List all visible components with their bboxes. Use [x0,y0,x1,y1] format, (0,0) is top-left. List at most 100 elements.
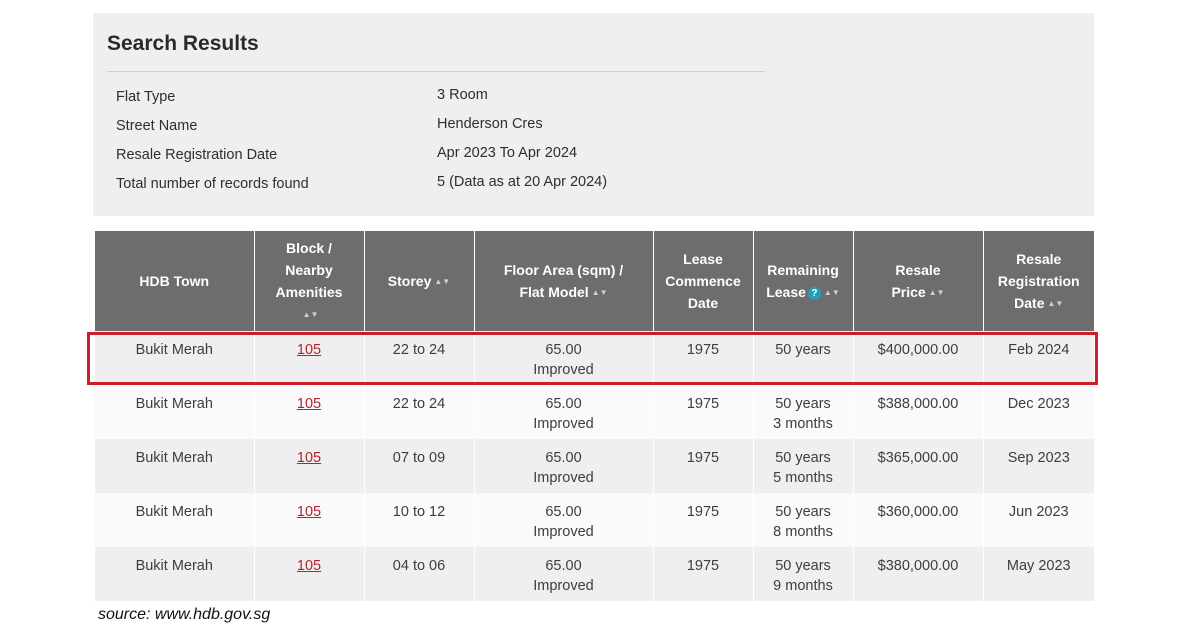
cell-town: Bukit Merah [95,493,255,547]
header-label: Resale [895,262,941,278]
cell-remaining-lease: 50 years 5 months [753,439,854,493]
cell-block: 105 [254,547,365,601]
cell-floor-area: 65.00 Improved [474,331,654,385]
header-label: Storey [387,273,432,289]
cell-lease-commence: 1975 [653,331,754,385]
floor-area-value: 65.00 [545,558,582,574]
header-label: Lease [766,284,806,300]
table-row: Bukit Merah 105 22 to 24 65.00 Improved 1… [95,331,1094,385]
flat-model-value: Improved [533,524,594,540]
cell-lease-commence: 1975 [653,385,754,439]
cell-resale-price: $365,000.00 [853,439,984,493]
cell-lease-commence: 1975 [653,493,754,547]
cell-town: Bukit Merah [95,331,255,385]
column-header-registration-date[interactable]: Resale Registration Date ▲▼ [983,231,1094,331]
header-label: Remaining [767,262,839,278]
column-header-remaining-lease[interactable]: Remaining Lease? ▲▼ [753,231,854,331]
sort-icon[interactable]: ▲▼ [824,289,840,297]
column-header-storey[interactable]: Storey ▲▼ [364,231,475,331]
summary-label: Resale Registration Date [116,147,278,163]
column-header-hdb-town[interactable]: HDB Town [95,231,255,331]
help-icon[interactable]: ? [807,286,821,300]
block-link[interactable]: 105 [297,450,321,466]
block-link[interactable]: 105 [297,396,321,412]
header-label: Resale [1016,251,1062,267]
table-row: Bukit Merah 105 04 to 06 65.00 Improved 1… [95,547,1094,601]
remaining-months: 3 months [773,416,833,432]
sort-icon[interactable]: ▲▼ [1048,300,1064,308]
cell-floor-area: 65.00 Improved [474,493,654,547]
cell-block: 105 [254,385,365,439]
page-title: Search Results [107,32,259,55]
floor-area-value: 65.00 [545,396,582,412]
cell-resale-price: $380,000.00 [853,547,984,601]
cell-town: Bukit Merah [95,385,255,439]
header-label: HDB Town [139,273,210,289]
flat-model-value: Improved [533,470,594,486]
cell-block: 105 [254,331,365,385]
header-label: Commence [665,273,741,289]
summary-value: Henderson Cres [437,116,543,132]
cell-registration-date: Sep 2023 [983,439,1094,493]
table-row: Bukit Merah 105 07 to 09 65.00 Improved 1… [95,439,1094,493]
cell-storey: 22 to 24 [364,331,475,385]
cell-storey: 04 to 06 [364,547,475,601]
floor-area-value: 65.00 [545,342,582,358]
remaining-months: 5 months [773,470,833,486]
resale-results-table: HDB Town Block / Nearby Amenities ▲▼ Sto… [95,231,1094,601]
cell-storey: 22 to 24 [364,385,475,439]
cell-remaining-lease: 50 years 9 months [753,547,854,601]
column-header-resale-price[interactable]: Resale Price ▲▼ [853,231,984,331]
cell-registration-date: Dec 2023 [983,385,1094,439]
remaining-years: 50 years [775,396,831,412]
cell-registration-date: Feb 2024 [983,331,1094,385]
cell-block: 105 [254,493,365,547]
summary-label: Flat Type [116,89,176,105]
sort-icon[interactable]: ▲▼ [303,311,319,319]
sort-icon[interactable]: ▲▼ [592,289,608,297]
column-header-floor-area[interactable]: Floor Area (sqm) / Flat Model ▲▼ [474,231,654,331]
sort-icon[interactable]: ▲▼ [929,289,945,297]
column-header-lease-commence[interactable]: Lease Commence Date [653,231,754,331]
header-label: Price [891,284,926,300]
cell-town: Bukit Merah [95,439,255,493]
search-summary-panel: Search Results Flat Type 3 Room Street N… [93,13,1094,216]
cell-resale-price: $400,000.00 [853,331,984,385]
cell-remaining-lease: 50 years 3 months [753,385,854,439]
flat-model-value: Improved [533,416,594,432]
header-label: Registration [997,273,1080,289]
column-header-block[interactable]: Block / Nearby Amenities ▲▼ [254,231,365,331]
source-caption: source: www.hdb.gov.sg [98,606,271,623]
cell-lease-commence: 1975 [653,439,754,493]
summary-label: Street Name [116,118,198,134]
cell-floor-area: 65.00 Improved [474,439,654,493]
sort-icon[interactable]: ▲▼ [434,278,450,286]
summary-value: 5 (Data as at 20 Apr 2024) [437,174,608,190]
header-label: Date [1014,295,1045,311]
flat-model-value: Improved [533,362,594,378]
header-label: Lease [683,251,723,267]
cell-storey: 10 to 12 [364,493,475,547]
summary-label: Total number of records found [116,176,309,192]
summary-value: Apr 2023 To Apr 2024 [437,145,578,161]
cell-registration-date: May 2023 [983,547,1094,601]
flat-model-value: Improved [533,578,594,594]
cell-remaining-lease: 50 years [753,331,854,385]
divider [107,71,765,72]
remaining-months: 9 months [773,578,833,594]
cell-lease-commence: 1975 [653,547,754,601]
floor-area-value: 65.00 [545,450,582,466]
table-row: Bukit Merah 105 22 to 24 65.00 Improved 1… [95,385,1094,439]
block-link[interactable]: 105 [297,342,321,358]
header-label: Floor Area (sqm) / [503,262,624,278]
cell-floor-area: 65.00 Improved [474,385,654,439]
block-link[interactable]: 105 [297,504,321,520]
block-link[interactable]: 105 [297,558,321,574]
remaining-years: 50 years [775,504,831,520]
cell-remaining-lease: 50 years 8 months [753,493,854,547]
cell-town: Bukit Merah [95,547,255,601]
header-label: Nearby [285,262,333,278]
cell-block: 105 [254,439,365,493]
remaining-years: 50 years [775,558,831,574]
cell-resale-price: $388,000.00 [853,385,984,439]
